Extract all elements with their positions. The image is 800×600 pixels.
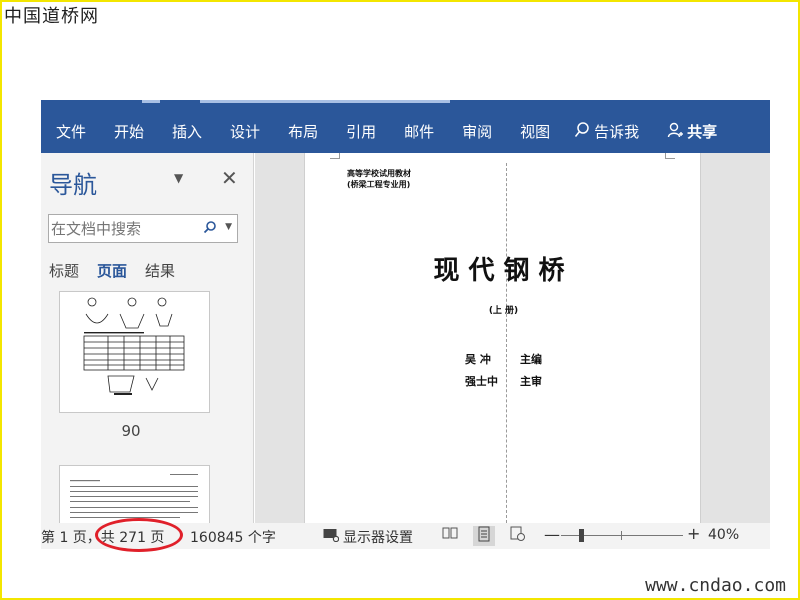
person-icon	[667, 122, 684, 142]
display-settings-label: 显示器设置	[343, 530, 413, 546]
author-role: 主编	[520, 353, 542, 366]
crop-mark	[330, 153, 340, 159]
share-button[interactable]: 共享	[667, 121, 717, 142]
nav-search-input[interactable]	[51, 217, 201, 240]
watermark-top: 中国道桥网	[4, 6, 99, 27]
nav-pane-title: 导航	[49, 171, 97, 199]
nav-tab-pages[interactable]: 页面	[97, 260, 127, 281]
zoom-in-button[interactable]: +	[687, 524, 700, 543]
status-bar: 第 1 页，共 271 页 160845 个字 显示器设置 — + 40%	[41, 523, 770, 549]
book-title: 现代钢桥	[433, 256, 574, 286]
document-page[interactable]: 高等学校试用教材 (桥梁工程专业用) 现代钢桥 (上 册) 吴 冲 主编 强士中…	[304, 153, 701, 523]
tab-layout[interactable]: 布局	[288, 121, 318, 142]
read-mode-button[interactable]	[439, 526, 461, 546]
ribbon-tabs: 文件 开始 插入 设计 布局 引用 邮件 审阅 视图 告诉我 共享	[41, 110, 770, 153]
crop-mark	[665, 153, 675, 159]
nav-tab-results[interactable]: 结果	[145, 260, 175, 281]
tab-references[interactable]: 引用	[346, 121, 376, 142]
watermark-bottom: www.cndao.com	[645, 575, 786, 596]
view-mode-buttons	[439, 526, 541, 546]
author-name: 吴 冲	[465, 353, 491, 366]
author-row: 强士中 主审	[465, 371, 542, 393]
page-position-indicator[interactable]: 第 1 页，共 271 页	[41, 527, 164, 547]
zoom-slider-center-tick	[621, 531, 622, 540]
nav-options-dropdown[interactable]: ▼	[174, 171, 183, 185]
chevron-down-icon[interactable]: ▼	[225, 222, 232, 232]
tell-me-label: 告诉我	[594, 123, 640, 141]
page-thumbnail-preview	[70, 474, 198, 518]
search-icon[interactable]	[203, 220, 217, 238]
tab-insert[interactable]: 插入	[172, 121, 202, 142]
author-row: 吴 冲 主编	[465, 349, 542, 371]
book-volume: (上 册)	[488, 306, 519, 316]
series-line: 高等学校试用教材	[347, 169, 411, 178]
monitor-settings-icon	[323, 528, 340, 546]
book-icon	[442, 527, 458, 539]
triangle-down-icon: ▼	[174, 171, 184, 185]
tab-view[interactable]: 视图	[520, 121, 550, 142]
page-icon	[478, 526, 490, 542]
nav-tabs: 标题 页面 结果	[49, 260, 193, 281]
nav-tab-headings[interactable]: 标题	[49, 260, 79, 281]
lightbulb-icon	[574, 121, 590, 142]
thumbnail-page-number: 90	[121, 422, 141, 440]
web-layout-button[interactable]	[507, 526, 529, 546]
page-thumbnail-preview	[83, 297, 185, 395]
tell-me-box[interactable]: 告诉我	[574, 121, 639, 142]
nav-search-box[interactable]: ▼	[48, 214, 238, 243]
page-thumbnail[interactable]	[59, 291, 210, 413]
title-bar-fragment	[142, 100, 160, 103]
navigation-pane: 导航 ▼ ✕ ▼ 标题 页面 结果	[41, 153, 254, 523]
web-layout-icon	[510, 526, 525, 541]
series-line: (桥梁工程专业用)	[347, 180, 411, 189]
word-count[interactable]: 160845 个字	[190, 527, 276, 547]
series-label: 高等学校试用教材 (桥梁工程专业用)	[347, 168, 411, 190]
share-label: 共享	[687, 123, 718, 141]
zoom-slider-thumb[interactable]	[579, 529, 584, 542]
tab-home[interactable]: 开始	[114, 121, 144, 142]
zoom-level[interactable]: 40%	[708, 527, 739, 543]
tab-review[interactable]: 审阅	[462, 121, 492, 142]
display-settings-button[interactable]: 显示器设置	[323, 527, 413, 547]
tab-design[interactable]: 设计	[230, 121, 260, 142]
document-canvas: 高等学校试用教材 (桥梁工程专业用) 现代钢桥 (上 册) 吴 冲 主编 强士中…	[255, 153, 770, 523]
author-block: 吴 冲 主编 强士中 主审	[465, 349, 542, 393]
close-icon: ✕	[221, 166, 238, 190]
nav-close-button[interactable]: ✕	[221, 166, 238, 190]
print-layout-button[interactable]	[473, 526, 495, 546]
page-thumbnail[interactable]	[59, 465, 210, 523]
zoom-out-button[interactable]: —	[544, 525, 560, 544]
author-role: 主审	[520, 375, 542, 388]
tab-file[interactable]: 文件	[56, 121, 86, 142]
tab-mailings[interactable]: 邮件	[404, 121, 434, 142]
title-bar-fragment	[200, 100, 450, 103]
center-guide-line	[506, 163, 507, 523]
author-name: 强士中	[465, 375, 498, 388]
